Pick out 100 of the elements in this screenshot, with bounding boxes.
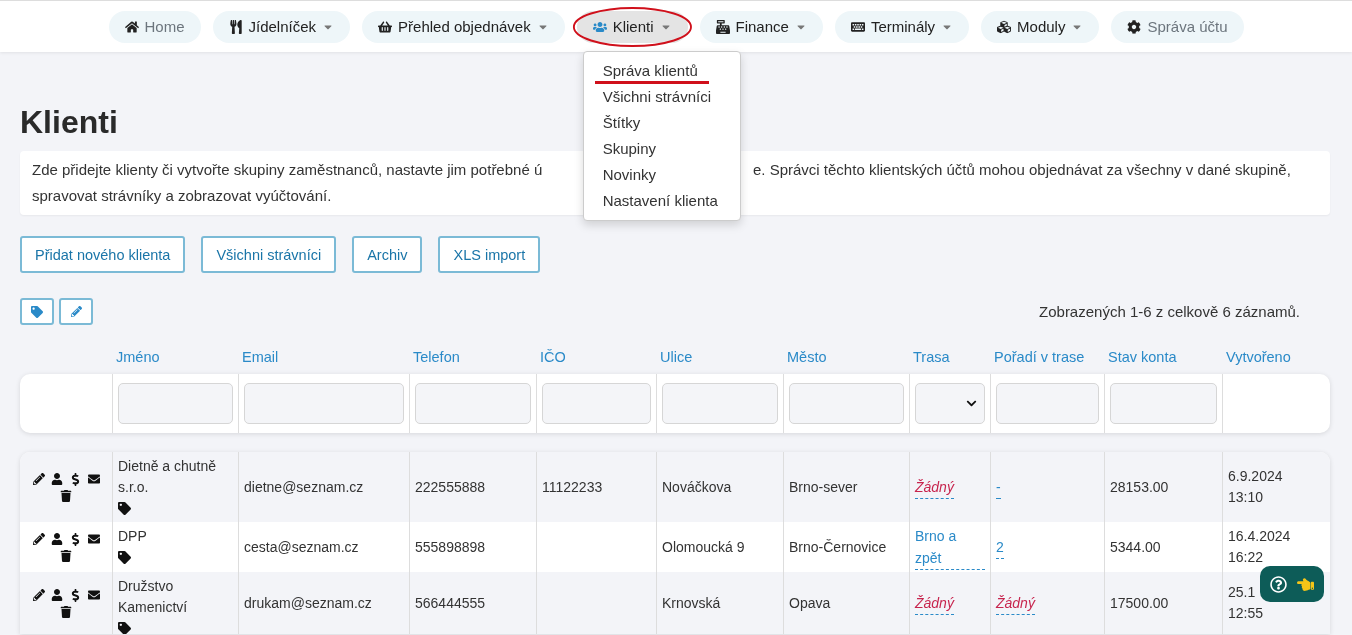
envelope-icon <box>87 588 100 602</box>
filter-field[interactable] <box>662 383 778 424</box>
editable-value[interactable]: - <box>996 475 1001 499</box>
created-text: 16.4.2024 <box>1228 527 1291 546</box>
created-text: 13:10 <box>1228 488 1264 507</box>
user-icon <box>50 588 63 602</box>
record-count: Zobrazených 1-6 z celkově 6 záznamů. <box>1039 303 1300 320</box>
edit-icon <box>32 532 45 546</box>
tag-icon <box>118 622 131 634</box>
help-button[interactable] <box>1260 566 1324 602</box>
keyboard-icon <box>850 19 865 34</box>
phone-text: 222555888 <box>415 477 487 497</box>
created-text: 16:22 <box>1228 548 1264 567</box>
street-text: Krnovská <box>662 593 722 613</box>
nav-item[interactable]: Moduly <box>981 10 1100 43</box>
column-header[interactable]: Vytvořeno <box>1222 349 1330 374</box>
nav-item[interactable]: Klienti <box>576 10 688 43</box>
city-text: Brno-sever <box>789 477 859 497</box>
client-name: DPP <box>118 527 148 546</box>
email-text: cesta@seznam.cz <box>244 537 360 557</box>
column-header[interactable]: Jméno <box>112 349 238 374</box>
filter-field[interactable] <box>996 383 1099 424</box>
edit-button[interactable] <box>59 298 93 325</box>
editable-value[interactable]: Žádný <box>915 591 954 615</box>
menu-item[interactable]: Štítky <box>583 109 740 136</box>
page-title: Klienti <box>20 104 118 141</box>
email-text: drukam@seznam.cz <box>244 593 373 613</box>
edit-icon <box>32 472 45 486</box>
balance-text: 28153.00 <box>1110 477 1170 497</box>
city-text: Brno-Černovice <box>789 537 888 557</box>
filter-field[interactable] <box>415 383 531 424</box>
filter-field[interactable] <box>542 383 651 424</box>
menu-item[interactable]: Novinky <box>583 161 740 188</box>
editable-value[interactable]: 2 <box>996 535 1004 559</box>
pencil-icon <box>70 306 82 317</box>
envelope-icon <box>87 532 100 546</box>
street-text: Nováčkova <box>662 477 733 497</box>
balance-text: 5344.00 <box>1110 537 1162 557</box>
action-button[interactable]: Přidat nového klienta <box>20 236 186 273</box>
column-header[interactable]: Telefon <box>409 349 536 374</box>
phone-text: 566444555 <box>415 593 487 613</box>
user-icon <box>50 472 63 486</box>
action-button[interactable]: Archiv <box>352 236 423 273</box>
column-header[interactable]: Stav konta <box>1104 349 1222 374</box>
column-header[interactable]: Email <box>238 349 409 374</box>
menu-item[interactable]: Nastavení klienta <box>583 187 740 214</box>
filter-field[interactable] <box>244 383 404 424</box>
city-text: Opava <box>789 593 832 613</box>
nav-item[interactable]: Terminály <box>834 10 970 43</box>
description-text: e. Správci těchto klientských účtů mohou objednávat za všechny v dané skupině, <box>753 160 1291 180</box>
user-icon <box>50 532 63 546</box>
nav-item[interactable]: Finance <box>699 10 823 43</box>
cubes-icon <box>997 19 1012 34</box>
created-text: 25.1 <box>1228 583 1256 602</box>
menu-item[interactable]: Všichni strávníci <box>583 83 740 110</box>
column-header[interactable]: Město <box>783 349 909 374</box>
client-name: Dietně a chutně s.r.o. <box>118 457 218 497</box>
help-icon <box>1270 575 1287 593</box>
action-button[interactable]: XLS import <box>438 236 541 273</box>
balance-text: 17500.00 <box>1110 593 1170 613</box>
column-header[interactable]: Pořadí v trase <box>990 349 1104 374</box>
description-text: Zde přidejte klienty či vytvořte skupiny zaměstnanců, nastavte jim potřebné ú <box>32 160 544 180</box>
users-icon <box>592 19 607 34</box>
filter-select[interactable] <box>915 383 985 424</box>
home-icon <box>124 19 139 34</box>
editable-value[interactable]: Žádný <box>996 591 1035 615</box>
column-header[interactable]: Ulice <box>656 349 783 374</box>
menu-item[interactable]: Skupiny <box>583 135 740 162</box>
edit-icon <box>32 588 45 602</box>
nav-item[interactable]: Přehled objednávek <box>362 10 565 43</box>
nav-item[interactable]: Home <box>108 10 201 43</box>
ico-text: 11122233 <box>542 477 604 497</box>
filter-field[interactable] <box>118 383 233 424</box>
basket-icon <box>378 19 393 34</box>
filter-field[interactable] <box>1110 383 1217 424</box>
filter-field[interactable] <box>789 383 904 424</box>
settings-icon <box>1127 19 1142 34</box>
column-header[interactable]: IČO <box>536 349 656 374</box>
action-button[interactable]: Všichni strávníci <box>201 236 337 273</box>
nav-item[interactable]: Jídelníček <box>212 10 351 43</box>
editable-value[interactable]: Brno a zpět <box>915 524 985 570</box>
trash-icon <box>60 549 72 562</box>
tag-icon <box>118 502 131 515</box>
description-text: spravovat strávníky a zobrazovat vyúčtování. <box>32 186 332 206</box>
client-name: Družstvo Kamenictví <box>118 577 189 617</box>
cash-register-icon <box>715 19 730 34</box>
chevron-icon <box>966 398 977 409</box>
menu-item[interactable]: Správa klientů <box>583 57 740 84</box>
editable-value[interactable]: Žádný <box>915 475 954 499</box>
tag-button[interactable] <box>20 298 54 325</box>
column-header[interactable]: Trasa <box>909 349 990 374</box>
trash-icon <box>60 605 72 618</box>
tag-icon <box>31 305 43 318</box>
email-text: dietne@seznam.cz <box>244 477 365 497</box>
created-text: 12:55 <box>1228 604 1264 623</box>
envelope-icon <box>87 472 100 486</box>
street-text: Olomoucká 9 <box>662 537 746 557</box>
nav-item[interactable]: Správa účtu <box>1111 10 1244 43</box>
created-text: 6.9.2024 <box>1228 467 1283 486</box>
hand-icon <box>1297 575 1314 593</box>
